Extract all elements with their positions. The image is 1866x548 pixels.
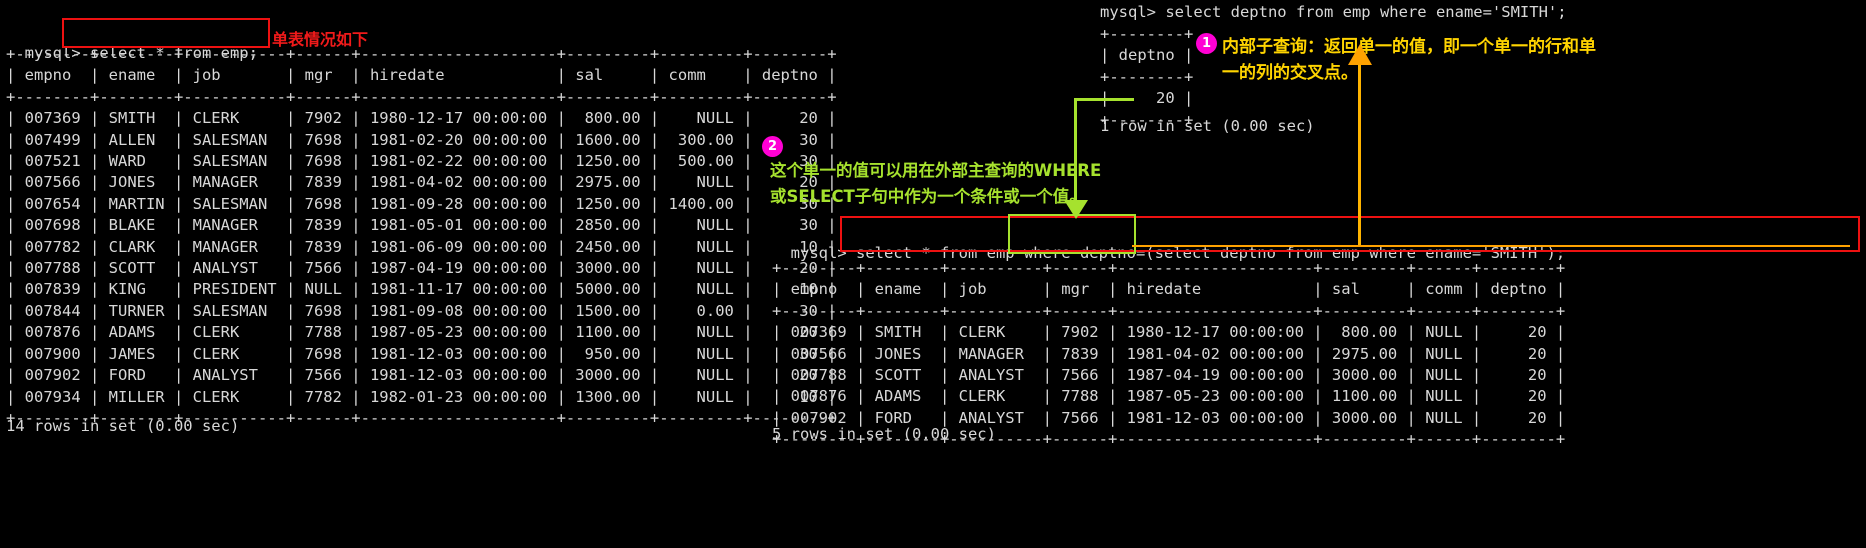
annotation-note-2-line1: 这个单一的值可以用在外部主查询的WHERE: [770, 161, 1102, 180]
green-connector-horizontal: [1074, 98, 1134, 101]
annotation-badge-1: 1: [1196, 33, 1217, 54]
single-table-note: 单表情况如下: [272, 30, 369, 49]
orange-arrow-head: [1348, 44, 1372, 65]
green-arrow-head: [1064, 200, 1088, 219]
left-status-line: 14 rows in set (0.00 sec): [6, 417, 240, 435]
main-result-table: +--------+--------+----------+------+---…: [772, 259, 1566, 449]
annotation-note-1-line2: 一的列的交叉点。: [1222, 63, 1358, 83]
annotation-note-1-line1: 内部子查询：返回单一的值，即一个单一的行和单: [1222, 37, 1596, 57]
subquery-underline: [1132, 245, 1850, 247]
annotation-badge-2: 2: [762, 136, 783, 157]
left-result-table: +--------+--------+-----------+------+--…: [6, 45, 837, 427]
green-connector-vertical: [1074, 98, 1077, 214]
subquery-line: mysql> select deptno from emp where enam…: [1100, 3, 1567, 21]
orange-connector-vertical: [1358, 62, 1361, 245]
subquery-status-line: 1 row in set (0.00 sec): [1100, 117, 1315, 135]
main-status-line: 5 rows in set (0.00 sec): [772, 425, 996, 443]
subquery-result-table: +--------+ | deptno | +--------+ | 20 | …: [1100, 25, 1194, 129]
annotation-note-2-line2: 或SELECT子句中作为一个条件或一个值。: [770, 187, 1086, 206]
